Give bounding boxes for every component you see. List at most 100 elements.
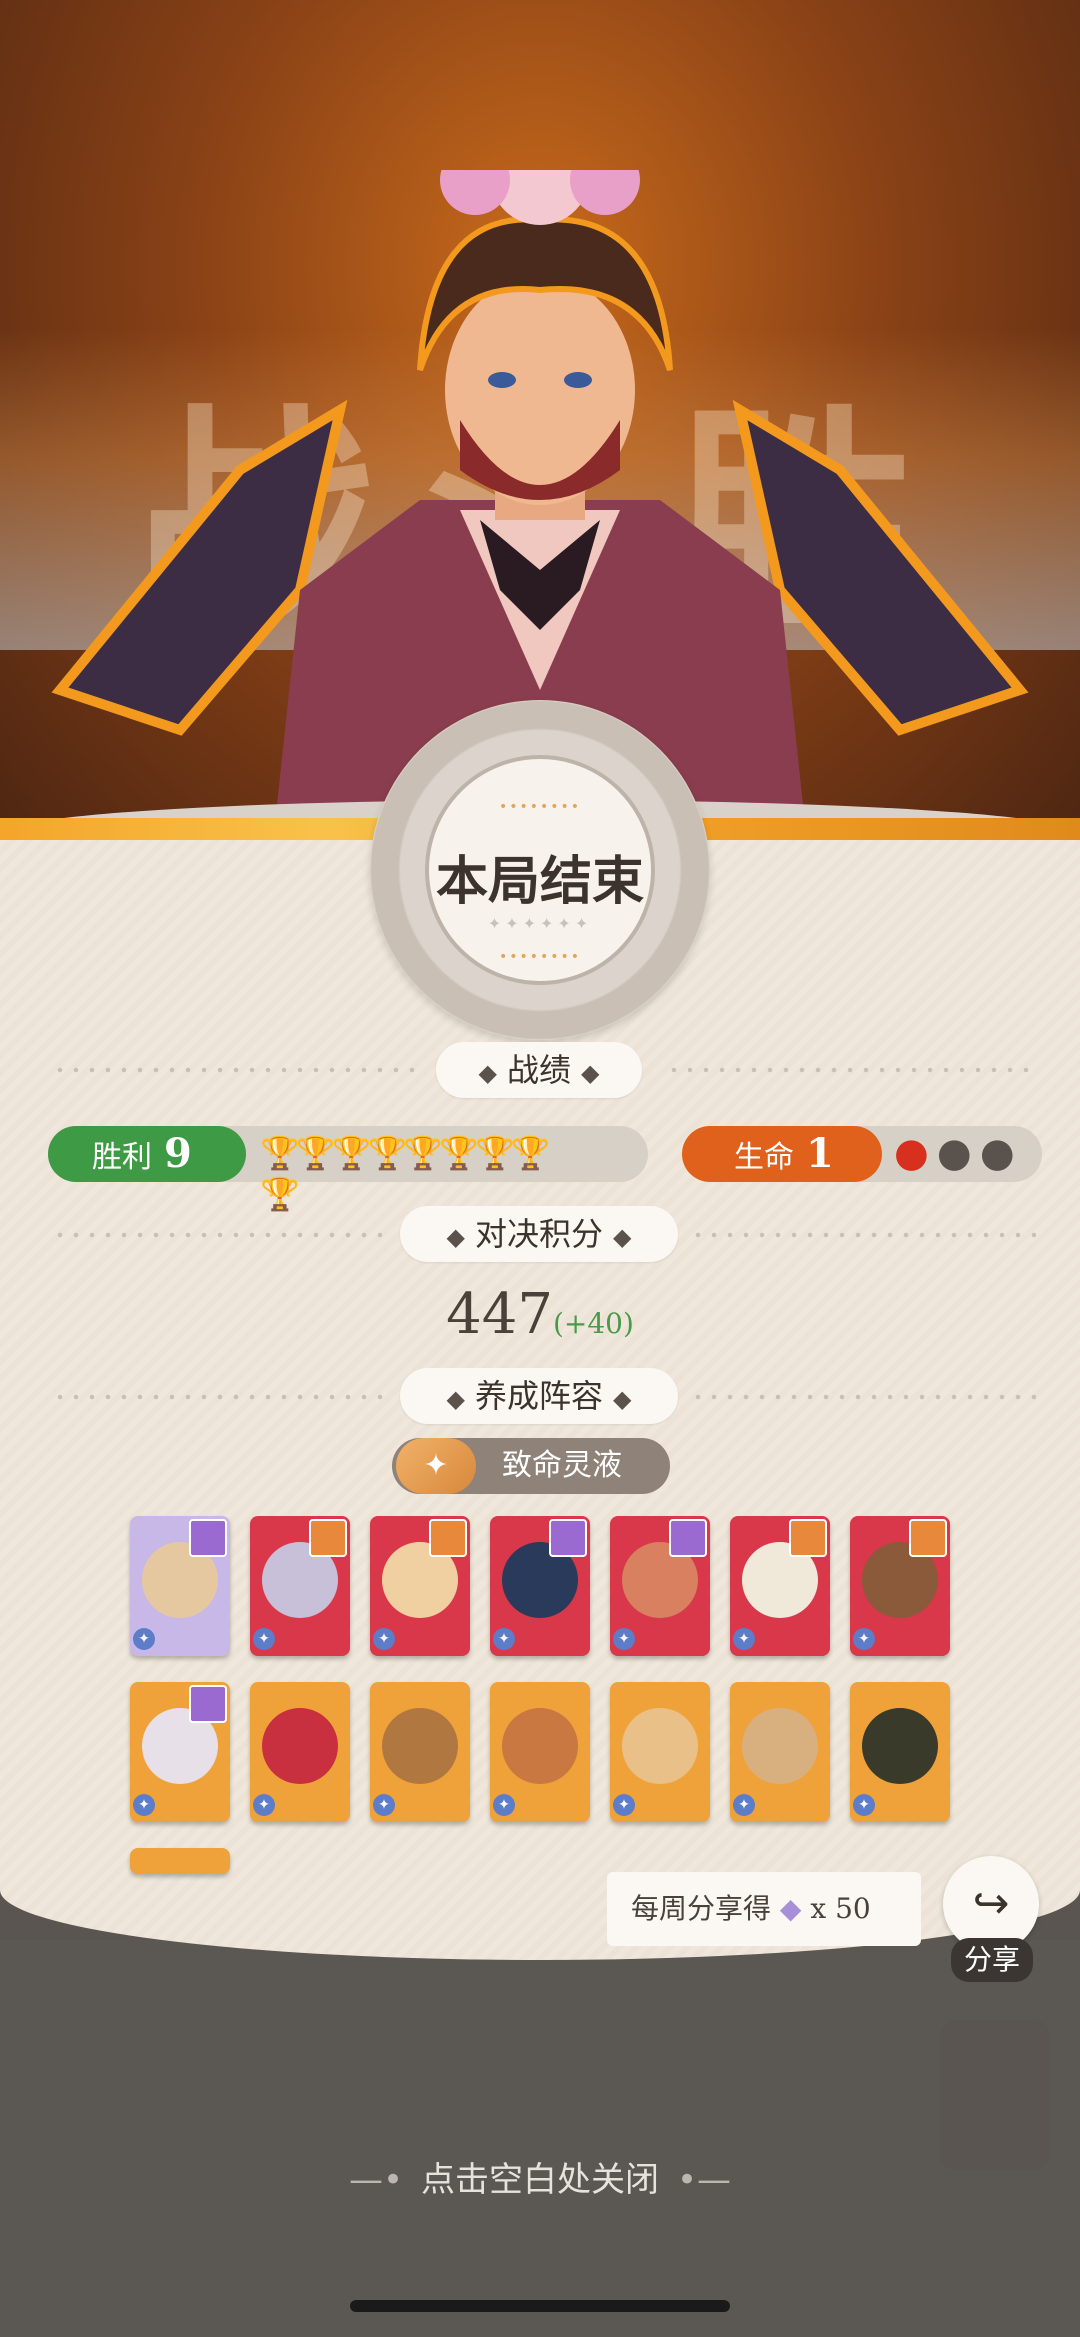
trophy-icon: 🏆 [510,1134,551,1172]
class-icon: ✦ [493,1628,515,1650]
trophy-icon: 🏆 [260,1134,300,1172]
trophy-icon: 🏆 [331,1134,372,1172]
hero-card[interactable]: ✦ [130,1516,230,1656]
diamond-left-icon: ◆ [478,1059,497,1087]
lives-label: 生命 [734,1140,794,1175]
wins-count: 9 [164,1130,192,1177]
hero-card[interactable] [130,1848,230,1874]
trophy-icon: 🏆 [403,1134,444,1172]
record-section-label: ◆ 战绩 ◆ [436,1042,642,1098]
hero-face [262,1708,338,1784]
hero-card[interactable]: ✦ [610,1682,710,1822]
record-section-text: 战绩 [506,1051,571,1089]
equipment-badge-icon [549,1519,587,1557]
equipment-badge-icon [189,1519,227,1557]
equipment-badge-icon [189,1685,227,1723]
apple-row: ● ● ● [894,1130,1023,1176]
lineup-section-text: 养成阵容 [474,1377,603,1415]
equipment-badge-icon [309,1519,347,1557]
class-icon: ✦ [373,1628,395,1650]
hero-face [502,1708,578,1784]
diamond-left-icon: ◆ [446,1223,465,1251]
hero-face [862,1708,938,1784]
hero-card[interactable]: ✦ [250,1516,350,1656]
divider-right [690,1232,1036,1238]
class-icon: ✦ [733,1794,755,1816]
share-icon: ↪ [972,1878,1010,1929]
medal-stars: ✦✦✦✦✦✦ [487,914,593,933]
equipment-badge-icon [909,1519,947,1557]
trophy-icon: 🏆 [367,1134,408,1172]
equipment-badge-icon [789,1519,827,1557]
class-icon: ✦ [493,1794,515,1816]
wins-label: 胜利 [92,1140,152,1175]
wins-badge: 胜利 9 [48,1126,246,1182]
share-reward-note: 每周分享得 ◆ x 50 [607,1872,921,1946]
hero-card[interactable]: ✦ [850,1516,950,1656]
diamond-left-icon: ◆ [446,1385,465,1413]
class-icon: ✦ [613,1794,635,1816]
share-note-text: 每周分享得 [631,1892,772,1925]
diamond-right-icon: ◆ [613,1385,632,1413]
home-indicator[interactable] [350,2300,730,2312]
class-icon: ✦ [253,1794,275,1816]
hero-card[interactable]: ✦ [850,1682,950,1822]
medal-dots-bottom: •••••••• [498,949,582,965]
item-name: 致命灵液 [502,1448,622,1483]
score-section-text: 对决积分 [474,1215,603,1253]
share-button-label[interactable]: 分享 [951,1938,1033,1982]
hero-card[interactable]: ✦ [490,1516,590,1656]
class-icon: ✦ [373,1794,395,1816]
trophy-icon: 🏆 [260,1175,300,1213]
hero-card[interactable]: ✦ [610,1516,710,1656]
class-icon: ✦ [733,1628,755,1650]
score-display: 447(+40) [0,1282,1080,1347]
potion-icon: ✦ [396,1438,476,1494]
class-icon: ✦ [853,1628,875,1650]
diamond-icon: ◆ [779,1892,802,1925]
divider-right [666,1067,1036,1073]
wins-bar: 胜利 9 🏆🏆🏆🏆🏆🏆🏆🏆🏆 [48,1126,648,1213]
diamond-right-icon: ◆ [613,1223,632,1251]
divider-left [52,1067,422,1073]
trophy-icon: 🏆 [439,1134,480,1172]
class-icon: ✦ [133,1794,155,1816]
lineup-section-label: ◆ 养成阵容 ◆ [400,1368,678,1424]
hero-face [382,1708,458,1784]
divider-left [52,1232,392,1238]
hero-face [622,1708,698,1784]
class-icon: ✦ [133,1628,155,1650]
hero-card[interactable]: ✦ [730,1516,830,1656]
lives-bar: 生命 1 ● ● ● [682,1126,1042,1182]
dash-left-icon: —• [348,2160,403,2200]
equipment-badge-icon [669,1519,707,1557]
divider-right [690,1394,1036,1400]
class-icon: ✦ [853,1794,875,1816]
hero-card[interactable]: ✦ [250,1682,350,1822]
close-hint[interactable]: —• 点击空白处关闭 •— [0,2152,1080,2201]
hero-card[interactable]: ✦ [730,1682,830,1822]
lives-badge: 生命 1 [682,1126,882,1182]
score-value: 447 [446,1282,553,1347]
result-medal-inner: •••••••• 本局结束 ✦✦✦✦✦✦ •••••••• [425,755,655,985]
hero-card[interactable]: ✦ [130,1682,230,1822]
dash-right-icon: •— [677,2160,732,2200]
hero-card[interactable]: ✦ [370,1516,470,1656]
trophy-icon: 🏆 [475,1134,515,1172]
result-title: 本局结束 [435,851,644,912]
score-delta: (+40) [552,1307,634,1340]
background-overlay[interactable] [0,1940,1080,2337]
trophy-row: 🏆🏆🏆🏆🏆🏆🏆🏆🏆 [260,1132,583,1213]
equipped-item[interactable]: ✦ 致命灵液 [392,1438,670,1494]
hero-card[interactable]: ✦ [370,1682,470,1822]
equipment-badge-icon [429,1519,467,1557]
diamond-right-icon: ◆ [581,1059,600,1087]
result-medal: •••••••• 本局结束 ✦✦✦✦✦✦ •••••••• [370,700,710,1040]
apple-core-icon: ● [979,1130,1015,1176]
hero-card[interactable]: ✦ [490,1682,590,1822]
apple-icon: ● [894,1130,929,1176]
share-note-qty: x 50 [810,1892,871,1925]
score-section-label: ◆ 对决积分 ◆ [400,1206,678,1262]
apple-core-icon: ● [936,1130,972,1176]
lives-count: 1 [806,1130,834,1177]
